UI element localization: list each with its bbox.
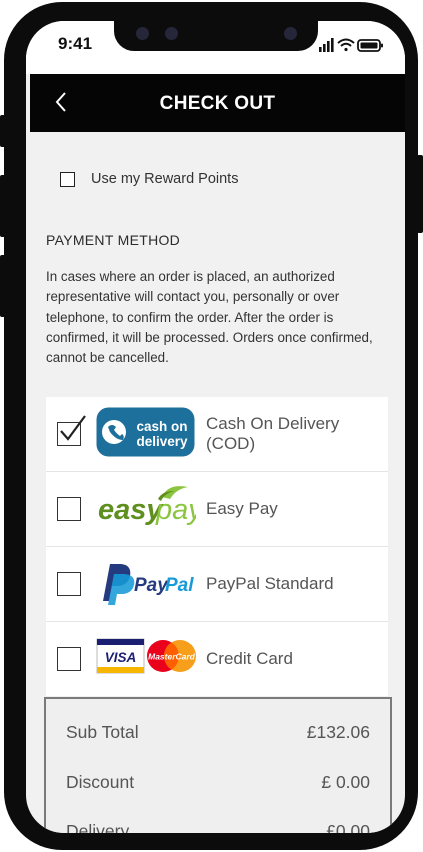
- notch: [114, 21, 318, 51]
- discount-value: £ 0.00: [321, 772, 370, 792]
- status-time: 9:41: [58, 34, 93, 53]
- reward-points-option[interactable]: Use my Reward Points: [60, 171, 238, 187]
- discount-label: Discount: [66, 772, 135, 792]
- svg-text:easy: easy: [98, 494, 164, 526]
- paypal-logo: Pay Pal: [96, 557, 196, 612]
- easypay-label: Easy Pay: [206, 499, 278, 518]
- delivery-row: Delivery £0.00: [66, 821, 370, 833]
- svg-text:MasterCard: MasterCard: [148, 651, 196, 661]
- delivery-label: Delivery: [66, 821, 130, 833]
- status-icons: [319, 38, 383, 52]
- cod-checkbox[interactable]: [57, 415, 86, 446]
- checkout-header: CHECK OUT: [30, 74, 405, 132]
- svg-text:delivery: delivery: [136, 434, 188, 449]
- paypal-checkbox[interactable]: [57, 572, 81, 596]
- subtotal-row: Sub Total £132.06: [66, 722, 370, 743]
- payment-option-easypay[interactable]: easy pay Easy Pay: [46, 472, 388, 547]
- mastercard-logo-icon: MasterCard: [147, 639, 196, 672]
- svg-text:Pay: Pay: [134, 575, 169, 596]
- battery-icon: [357, 39, 383, 52]
- subtotal-value: £132.06: [306, 722, 370, 742]
- sensor-icon: [165, 27, 178, 40]
- paypal-label: PayPal Standard: [206, 574, 334, 593]
- delivery-value: £0.00: [326, 821, 370, 833]
- payment-option-credit-card[interactable]: VISA MasterCard Credit Card: [46, 622, 388, 696]
- credit-card-label: Credit Card: [206, 649, 293, 668]
- cod-label: Cash On Delivery (COD): [206, 414, 340, 453]
- card-logos: VISA MasterCard: [96, 637, 198, 682]
- screen: 9:41 CHECK OUT Use my Reward Points PAYM…: [26, 21, 405, 833]
- signal-icon: [319, 38, 334, 52]
- discount-row: Discount £ 0.00: [66, 772, 370, 793]
- easypay-checkbox[interactable]: [57, 497, 81, 521]
- payment-option-cod[interactable]: cash on delivery Cash On Delivery (COD): [46, 397, 388, 472]
- front-camera-icon: [284, 27, 297, 40]
- wifi-icon: [337, 38, 355, 52]
- reward-points-label: Use my Reward Points: [91, 171, 239, 187]
- svg-text:VISA: VISA: [105, 650, 137, 665]
- cod-logo: cash on delivery: [96, 407, 195, 462]
- svg-text:pay: pay: [155, 494, 196, 526]
- order-summary: Sub Total £132.06 Discount £ 0.00 Delive…: [44, 697, 392, 833]
- payment-option-paypal[interactable]: Pay Pal PayPal Standard: [46, 547, 388, 622]
- svg-text:Pal: Pal: [165, 575, 194, 596]
- front-camera-icon: [136, 27, 149, 40]
- phone-frame: 9:41 CHECK OUT Use my Reward Points PAYM…: [4, 2, 418, 850]
- subtotal-label: Sub Total: [66, 722, 139, 742]
- checkmark-icon: [60, 415, 86, 441]
- reward-points-checkbox[interactable]: [60, 171, 75, 187]
- payment-info-text: In cases where an order is placed, an au…: [46, 269, 373, 366]
- page-title: CHECK OUT: [159, 93, 276, 114]
- credit-card-checkbox[interactable]: [57, 647, 81, 671]
- status-bar: 9:41: [26, 21, 405, 74]
- payment-method-list: cash on delivery Cash On Delivery (COD) …: [46, 397, 388, 696]
- payment-method-heading: PAYMENT METHOD: [46, 232, 181, 248]
- easypay-logo: easy pay: [96, 481, 204, 538]
- visa-logo-icon: VISA: [96, 638, 145, 673]
- svg-text:cash on: cash on: [136, 419, 187, 434]
